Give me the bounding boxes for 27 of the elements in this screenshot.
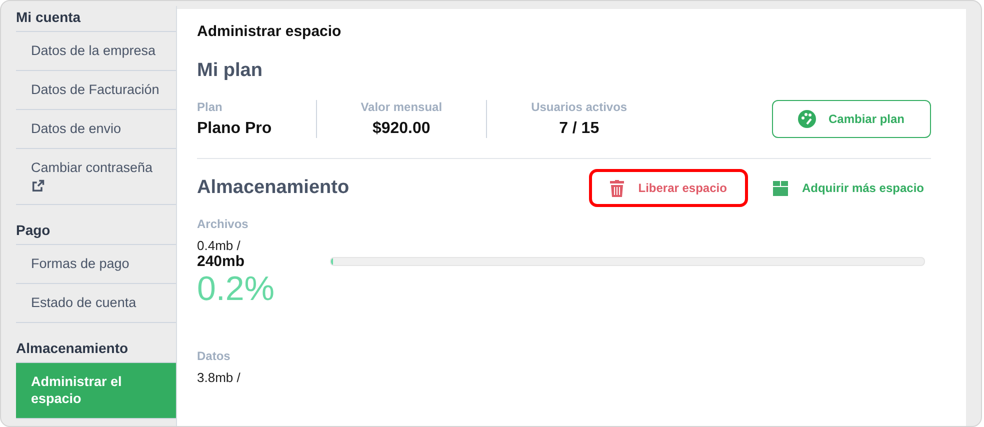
sidebar-item[interactable]: Datos de la empresa bbox=[16, 32, 176, 71]
sidebar-item[interactable]: Formas de pago bbox=[16, 245, 176, 284]
stat-value: 7 / 15 bbox=[559, 120, 600, 138]
trash-icon bbox=[610, 180, 624, 196]
usage-percent: 0.2% bbox=[197, 270, 276, 309]
sidebar-item[interactable]: Datos de Facturación bbox=[16, 71, 176, 110]
section-heading: Mi plan bbox=[197, 60, 264, 82]
stat-label: Valor mensual bbox=[360, 100, 442, 114]
sidebar-item[interactable]: Cambiar contraseña bbox=[16, 149, 176, 205]
sidebar-item[interactable]: Datos de envio bbox=[16, 110, 176, 149]
box-icon bbox=[772, 180, 788, 196]
stat-value: $920.00 bbox=[372, 120, 430, 138]
stat-label: Usuarios activos bbox=[531, 100, 628, 114]
page-title: Administrar espacio bbox=[197, 23, 342, 40]
storage-label: Datos bbox=[197, 349, 232, 363]
section-title: Mi cuenta bbox=[16, 6, 176, 32]
used-amount: 0.4mb / bbox=[197, 238, 242, 253]
palette-icon bbox=[798, 110, 816, 128]
free-space-button[interactable]: Liberar espacio bbox=[589, 169, 748, 207]
storage-label: Archivos bbox=[197, 217, 250, 231]
used-amount: 3.8mb / bbox=[197, 370, 242, 385]
sidebar-item[interactable]: Estado de cuenta bbox=[16, 284, 176, 323]
section-title: Pago bbox=[16, 219, 176, 245]
stat-label: Plan bbox=[197, 100, 224, 114]
stat-value: Plano Pro bbox=[197, 120, 272, 138]
total-amount: 240mb bbox=[197, 253, 245, 270]
section-heading: Almacenamiento bbox=[197, 177, 350, 199]
